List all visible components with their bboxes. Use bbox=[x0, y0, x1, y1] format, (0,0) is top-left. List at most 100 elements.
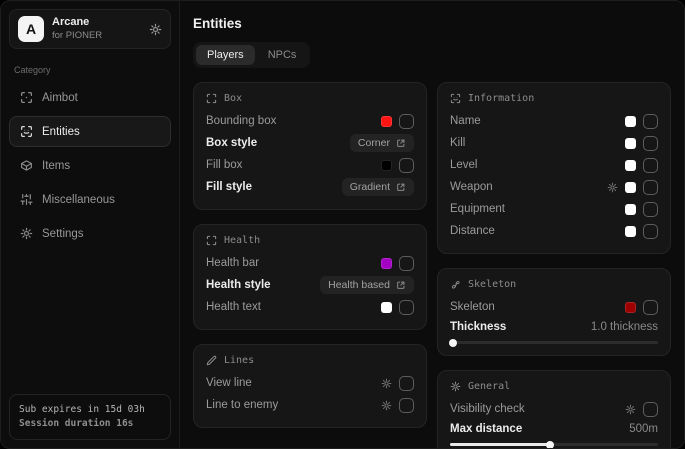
app-logo-card: A Arcane for PIONER bbox=[9, 9, 171, 49]
setting-row-weapon: Weapon bbox=[450, 176, 658, 198]
checkbox[interactable] bbox=[399, 114, 414, 129]
slider-handle[interactable] bbox=[449, 339, 457, 347]
setting-row-health-style: Health style Health based bbox=[206, 274, 414, 296]
checkbox[interactable] bbox=[399, 256, 414, 271]
sidebar-item-label: Settings bbox=[42, 228, 84, 240]
sidebar-item-items[interactable]: Items bbox=[9, 150, 171, 181]
setting-row-health-bar: Health bar bbox=[206, 252, 414, 274]
sidebar-item-settings[interactable]: Settings bbox=[9, 218, 171, 249]
setting-row-bounding-box: Bounding box bbox=[206, 110, 414, 132]
setting-row-distance: Distance bbox=[450, 220, 658, 242]
package-icon bbox=[20, 159, 33, 172]
checkbox[interactable] bbox=[399, 300, 414, 315]
fill-style-dropdown[interactable]: Gradient bbox=[342, 178, 414, 196]
checkbox[interactable] bbox=[643, 136, 658, 151]
setting-label: Name bbox=[450, 115, 481, 127]
setting-row-fill-box: Fill box bbox=[206, 154, 414, 176]
lines-card: Lines View line Line to enemy bbox=[193, 344, 427, 428]
checkbox[interactable] bbox=[643, 300, 658, 315]
dropdown-value: Corner bbox=[358, 137, 390, 149]
max-distance-slider[interactable] bbox=[450, 443, 658, 446]
checkbox[interactable] bbox=[399, 158, 414, 173]
setting-row-view-line: View line bbox=[206, 372, 414, 394]
gear-icon[interactable] bbox=[607, 182, 618, 193]
entity-type-tabs: Players NPCs bbox=[193, 42, 310, 68]
box-style-dropdown[interactable]: Corner bbox=[350, 134, 414, 152]
color-swatch[interactable] bbox=[625, 160, 636, 171]
sidebar-item-miscellaneous[interactable]: Miscellaneous bbox=[9, 184, 171, 215]
setting-label: Level bbox=[450, 159, 478, 171]
slider-fill bbox=[450, 341, 453, 344]
health-style-dropdown[interactable]: Health based bbox=[320, 276, 414, 294]
setting-row-line-to-enemy: Line to enemy bbox=[206, 394, 414, 416]
setting-row-name: Name bbox=[450, 110, 658, 132]
color-swatch[interactable] bbox=[625, 138, 636, 149]
card-title: Health bbox=[224, 235, 260, 246]
slider-value: 1.0 thickness bbox=[591, 321, 658, 333]
checkbox[interactable] bbox=[643, 114, 658, 129]
gear-icon[interactable] bbox=[149, 23, 162, 36]
color-swatch[interactable] bbox=[625, 182, 636, 193]
app-name: Arcane bbox=[52, 16, 102, 30]
thickness-slider[interactable] bbox=[450, 341, 658, 344]
dropdown-value: Gradient bbox=[350, 181, 390, 193]
slider-handle[interactable] bbox=[546, 441, 554, 449]
setting-row-equipment: Equipment bbox=[450, 198, 658, 220]
setting-label: Bounding box bbox=[206, 115, 276, 127]
expand-icon bbox=[396, 182, 406, 192]
tab-players[interactable]: Players bbox=[196, 45, 255, 65]
setting-label: Fill style bbox=[206, 181, 252, 193]
sidebar: A Arcane for PIONER Category Aimbot bbox=[1, 1, 180, 448]
setting-label: Skeleton bbox=[450, 301, 495, 313]
tab-npcs[interactable]: NPCs bbox=[257, 45, 308, 65]
color-swatch[interactable] bbox=[625, 116, 636, 127]
gear-icon[interactable] bbox=[381, 378, 392, 389]
scan-face-icon bbox=[20, 125, 33, 138]
sliders-icon bbox=[20, 193, 33, 206]
session-duration: Session duration 16s bbox=[19, 417, 161, 431]
dropdown-value: Health based bbox=[328, 279, 390, 291]
checkbox[interactable] bbox=[643, 224, 658, 239]
sidebar-item-label: Aimbot bbox=[42, 92, 78, 104]
sidebar-item-label: Miscellaneous bbox=[42, 194, 115, 206]
scan-icon bbox=[206, 93, 217, 104]
subscription-expiry: Sub expires in 15d 03h bbox=[19, 403, 161, 417]
gear-icon[interactable] bbox=[625, 404, 636, 415]
color-swatch[interactable] bbox=[625, 204, 636, 215]
checkbox[interactable] bbox=[399, 398, 414, 413]
gear-icon[interactable] bbox=[381, 400, 392, 411]
checkbox[interactable] bbox=[399, 376, 414, 391]
sidebar-item-aimbot[interactable]: Aimbot bbox=[9, 82, 171, 113]
box-card: Box Bounding box Box style Corner bbox=[193, 82, 427, 210]
slider-value: 500m bbox=[629, 423, 658, 435]
setting-label: Kill bbox=[450, 137, 465, 149]
gear-icon bbox=[20, 227, 33, 240]
color-swatch[interactable] bbox=[381, 116, 392, 127]
checkbox[interactable] bbox=[643, 158, 658, 173]
main-panel: Entities Players NPCs Box Bounding box bbox=[180, 1, 684, 448]
expand-icon bbox=[396, 138, 406, 148]
sidebar-item-entities[interactable]: Entities bbox=[9, 116, 171, 147]
information-card: Information Name Kill bbox=[437, 82, 671, 254]
color-swatch[interactable] bbox=[625, 226, 636, 237]
checkbox[interactable] bbox=[643, 202, 658, 217]
health-card: Health Health bar Health style Health ba… bbox=[193, 224, 427, 330]
checkbox[interactable] bbox=[643, 180, 658, 195]
color-swatch[interactable] bbox=[381, 258, 392, 269]
card-title: Information bbox=[468, 93, 534, 104]
setting-label: Health bar bbox=[206, 257, 259, 269]
setting-label: Line to enemy bbox=[206, 399, 278, 411]
color-swatch[interactable] bbox=[381, 302, 392, 313]
scan-icon bbox=[206, 235, 217, 246]
color-swatch[interactable] bbox=[625, 302, 636, 313]
sidebar-item-label: Entities bbox=[42, 126, 80, 138]
setting-label: Thickness bbox=[450, 321, 506, 333]
skeleton-card: Skeleton Skeleton Thickness 1.0 thicknes… bbox=[437, 268, 671, 356]
checkbox[interactable] bbox=[643, 402, 658, 417]
setting-row-level: Level bbox=[450, 154, 658, 176]
setting-row-skeleton: Skeleton bbox=[450, 296, 658, 318]
color-swatch[interactable] bbox=[381, 160, 392, 171]
category-label: Category bbox=[14, 65, 166, 75]
scan-face-icon bbox=[450, 93, 461, 104]
page-title: Entities bbox=[193, 16, 671, 31]
